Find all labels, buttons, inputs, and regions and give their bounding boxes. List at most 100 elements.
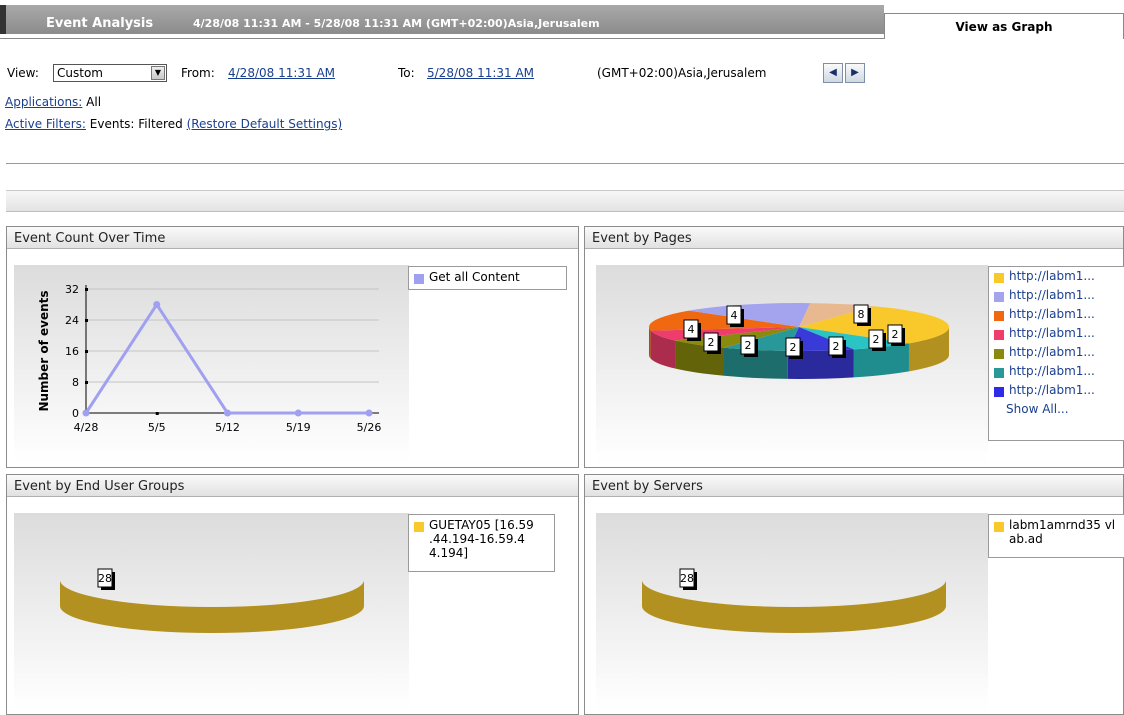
x-tick-label: 5/12	[215, 421, 240, 434]
from-date-link[interactable]: 4/28/08 11:31 AM	[228, 66, 335, 80]
legend-list: http://labm1... http://labm1... http://lab…	[989, 269, 1124, 402]
y-tick-label: 24	[65, 314, 79, 327]
view-select-value: Custom	[57, 66, 103, 80]
arrow-left-icon[interactable]: ◀	[823, 63, 843, 83]
panel-title: Event by Pages	[585, 227, 1123, 249]
data-label: 4	[688, 323, 695, 336]
pie-chart: 28	[60, 568, 364, 633]
x-tick-label: 5/5	[148, 421, 166, 434]
x-tick-label: 5/19	[286, 421, 311, 434]
from-label: From:	[181, 66, 215, 80]
data-point	[294, 409, 302, 417]
to-date-link[interactable]: 5/28/08 11:31 AM	[427, 66, 534, 80]
legend-item: http://labm1...	[989, 288, 1124, 307]
chart-area: 844222222	[596, 265, 988, 462]
active-filters-value: Events: Filtered	[89, 117, 183, 131]
title-bar: Event Analysis 4/28/08 11:31 AM - 5/28/0…	[0, 0, 1124, 39]
y-tick-label: 8	[72, 376, 79, 389]
data-point	[153, 301, 161, 308]
legend-label[interactable]: http://labm1...	[1009, 383, 1095, 397]
applications-line: Applications: All	[5, 95, 101, 109]
legend-label: labm1amrnd35 vlab.ad	[1009, 518, 1116, 546]
legend-item: http://labm1...	[989, 269, 1124, 288]
y-axis-label: Number of events	[37, 290, 51, 411]
legend: http://labm1... http://labm1... http://lab…	[988, 266, 1124, 441]
legend-label: Get all Content	[429, 270, 520, 284]
legend-item: Get all Content	[409, 270, 566, 288]
data-label: 2	[708, 336, 715, 349]
x-tick-label: 5/26	[357, 421, 382, 434]
legend-label[interactable]: http://labm1...	[1009, 326, 1095, 340]
legend-swatch	[414, 522, 424, 532]
data-point	[365, 409, 373, 417]
legend: GUETAY05 [16.59 .44.194-16.59.4 4.194]	[408, 514, 555, 572]
data-label: 2	[892, 328, 899, 341]
line-chart: 0 8 16 24 32 4/28 5/5 5/12 5/19 5/26 Number of eve…	[37, 283, 382, 434]
title-band: Event Analysis 4/28/08 11:31 AM - 5/28/0…	[0, 5, 884, 34]
data-label: 28	[680, 572, 694, 585]
legend-swatch	[994, 292, 1004, 302]
panel-event-count: Event Count Over Time 0 8 16 24 32 4/28 5/5 5/1…	[6, 226, 579, 468]
applications-link[interactable]: Applications:	[5, 95, 82, 109]
timezone-label: (GMT+02:00)Asia,Jerusalem	[597, 66, 767, 80]
legend-label[interactable]: http://labm1...	[1009, 364, 1095, 378]
legend-item: http://labm1...	[989, 307, 1124, 326]
show-all-link[interactable]: Show All...	[989, 402, 1124, 416]
divider	[6, 163, 1124, 164]
data-label: 2	[745, 339, 752, 352]
data-label: 2	[873, 333, 880, 346]
legend-label[interactable]: http://labm1...	[1009, 269, 1095, 283]
legend-item: http://labm1...	[989, 383, 1124, 402]
panel-title: Event Count Over Time	[7, 227, 578, 249]
legend-swatch	[994, 330, 1004, 340]
panel-event-pages: Event by Pages 844222222 http://labm1...…	[584, 226, 1124, 468]
data-label: 28	[98, 572, 112, 585]
legend-label[interactable]: http://labm1...	[1009, 307, 1095, 321]
time-range-title: 4/28/08 11:31 AM - 5/28/08 11:31 AM (GMT…	[193, 17, 600, 30]
data-point	[82, 409, 90, 417]
chevron-down-icon[interactable]: ▼	[151, 66, 165, 80]
panel-event-groups: Event by End User Groups 28 GUETAY05 [16…	[6, 474, 579, 715]
panel-title: Event by End User Groups	[7, 475, 578, 497]
page-title: Event Analysis	[46, 16, 154, 31]
x-tick-label: 4/28	[74, 421, 99, 434]
data-label: 8	[858, 308, 865, 321]
data-label: 4	[731, 309, 738, 322]
legend-item: http://labm1...	[989, 345, 1124, 364]
legend-swatch	[994, 349, 1004, 359]
chart-area: 28	[14, 513, 409, 710]
view-select[interactable]: Custom ▼	[53, 64, 167, 82]
pie-chart: 28	[642, 568, 946, 633]
tab-view-as-graph[interactable]: View as Graph	[884, 13, 1124, 39]
legend-label: GUETAY05 [16.59 .44.194-16.59.4 4.194]	[429, 518, 534, 560]
toolbar-strip	[6, 190, 1124, 212]
legend: labm1amrnd35 vlab.ad	[988, 514, 1124, 558]
data-point	[224, 409, 231, 417]
pie-slice-side	[649, 327, 651, 359]
arrow-right-icon[interactable]: ▶	[845, 63, 865, 83]
data-label: 2	[790, 341, 797, 354]
series-line	[84, 301, 369, 415]
legend-label[interactable]: http://labm1...	[1009, 288, 1095, 302]
legend: Get all Content	[408, 266, 567, 290]
y-tick-label: 0	[72, 407, 79, 420]
legend-swatch	[994, 522, 1004, 532]
panel-event-servers: Event by Servers 28 labm1amrnd35 vlab.ad	[584, 474, 1124, 715]
legend-swatch	[994, 311, 1004, 321]
legend-item: http://labm1...	[989, 326, 1124, 345]
to-label: To:	[398, 66, 415, 80]
x-tick-mark	[155, 412, 159, 415]
legend-swatch	[994, 368, 1004, 378]
y-tick-label: 16	[65, 345, 79, 358]
legend-label[interactable]: http://labm1...	[1009, 345, 1095, 359]
view-label: View:	[7, 66, 39, 80]
pie-chart: 8442 2 2 22 2	[649, 303, 949, 379]
applications-value: All	[86, 95, 102, 109]
restore-default-link[interactable]: (Restore Default Settings)	[187, 117, 343, 131]
active-filters-link[interactable]: Active Filters:	[5, 117, 86, 131]
legend-swatch	[414, 274, 424, 284]
legend-swatch	[994, 387, 1004, 397]
chart-area: 28	[596, 513, 988, 710]
data-label: 2	[833, 340, 840, 353]
legend-swatch	[994, 273, 1004, 283]
